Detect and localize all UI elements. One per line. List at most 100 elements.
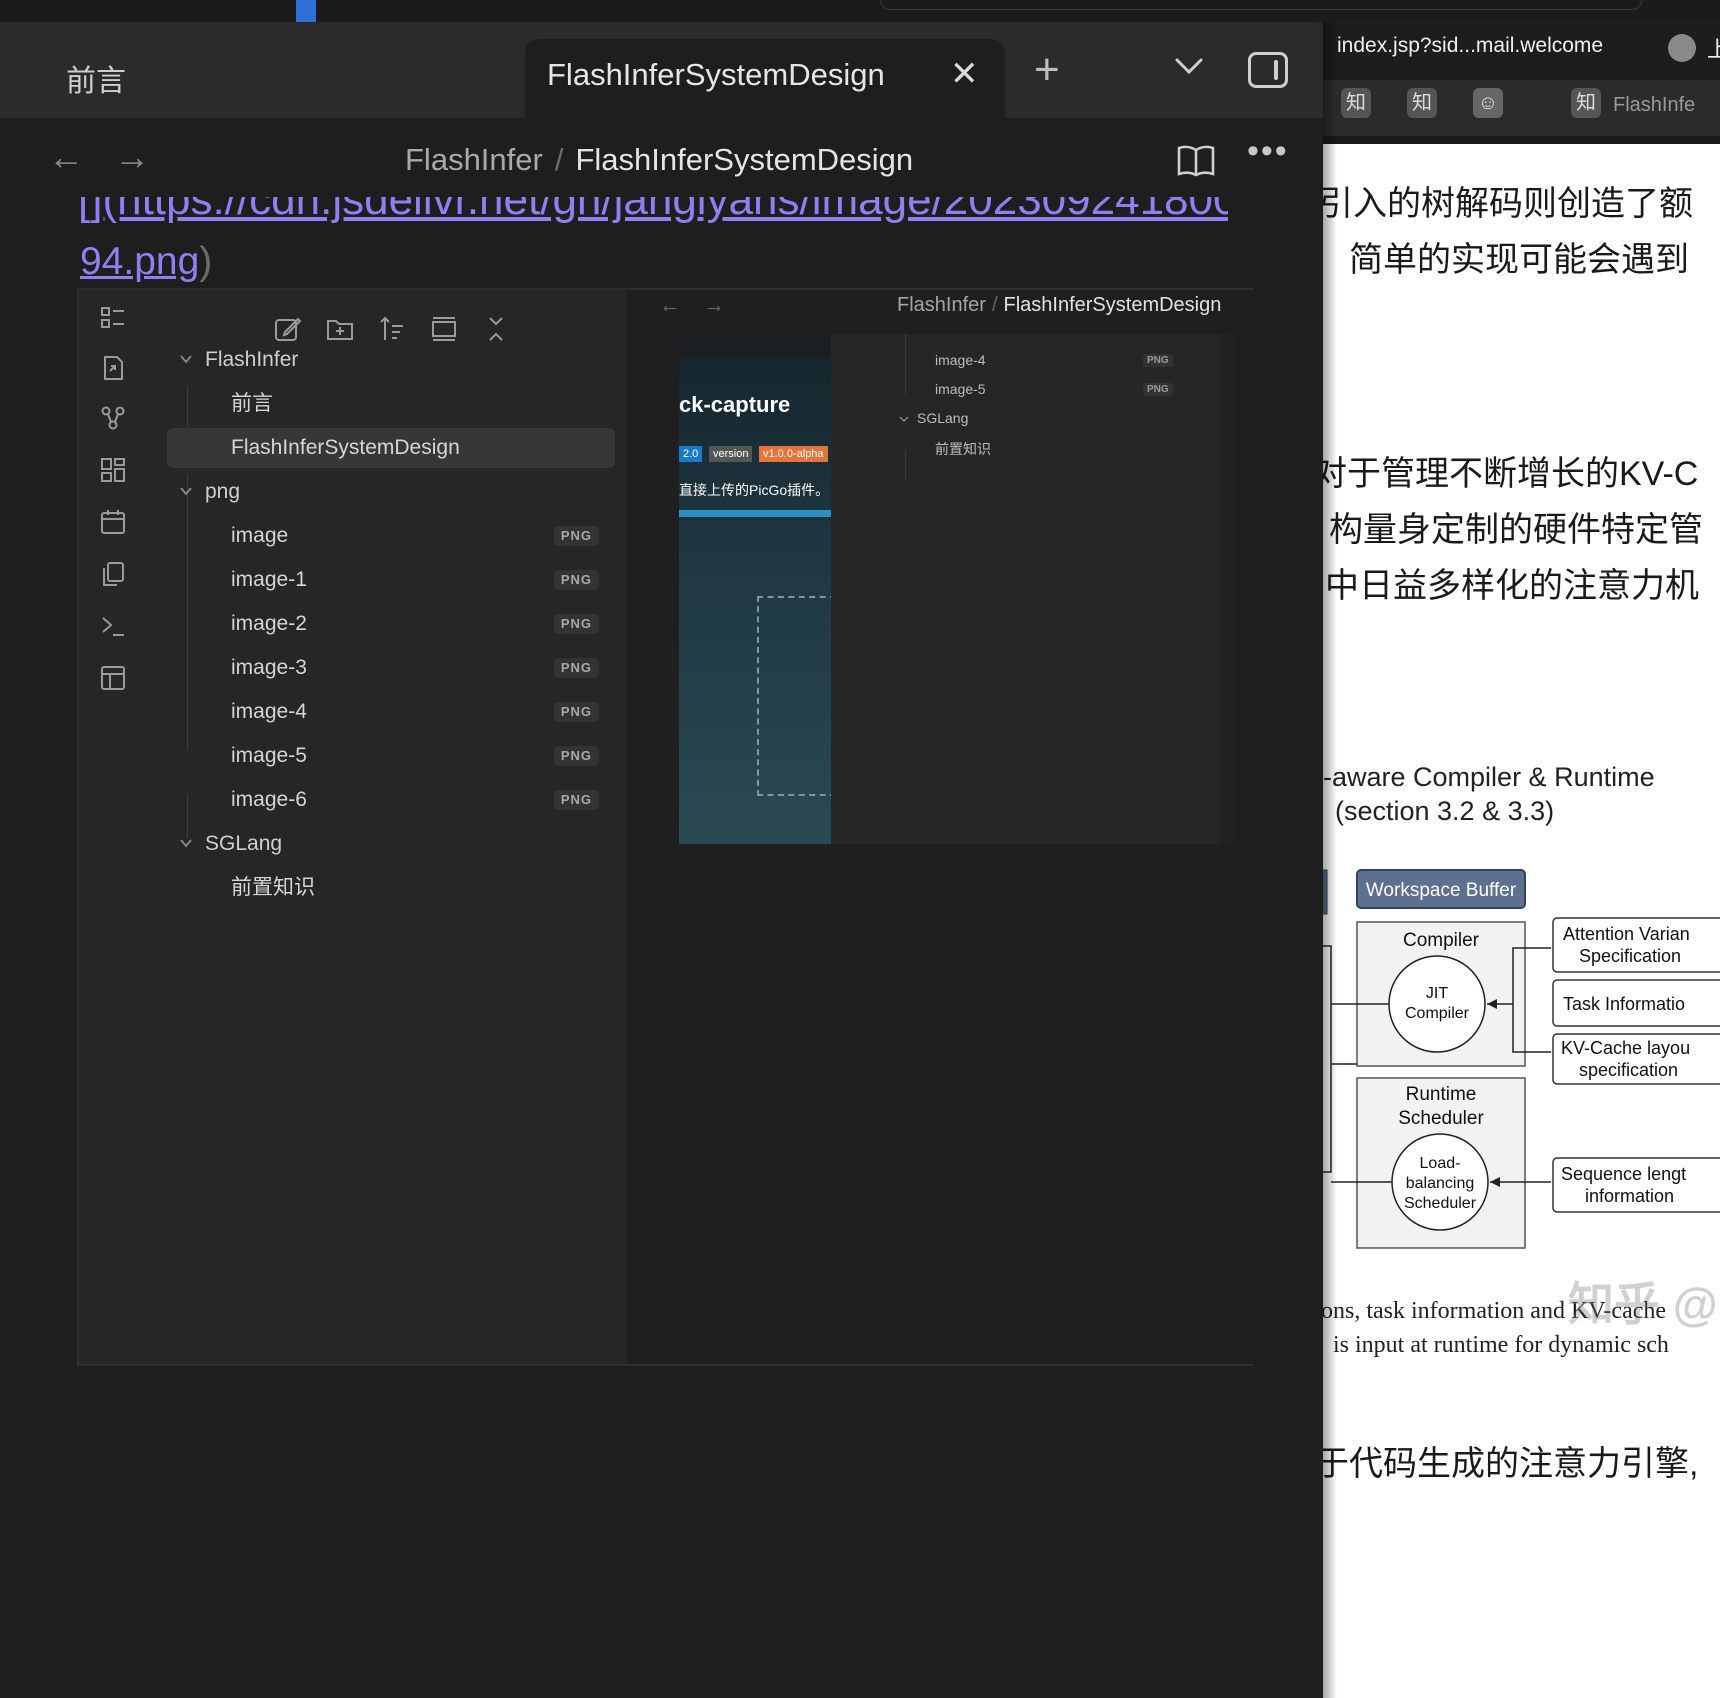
clipped-text-line (1323, 136, 1720, 144)
file-type-badge: PNG (1143, 354, 1173, 367)
tree-guide (905, 450, 906, 480)
scheduler-label: Scheduler (1398, 1108, 1484, 1129)
file-type-badge: PNG (553, 658, 599, 678)
tree-file-image-5[interactable]: image-5 PNG (171, 736, 599, 776)
plugin-image-topbar (679, 334, 831, 358)
figure-heading: -aware Compiler & Runtime (1323, 762, 1655, 792)
breadcrumb-separator: / (991, 294, 998, 316)
ribbon (79, 290, 148, 1364)
tree-label: image (231, 524, 289, 547)
compiler-label: Compiler (1403, 930, 1480, 951)
browser-tab-bar: index.jsp?sid...mail.welcome 上 (1323, 22, 1720, 80)
article-content: 引入的树解码则创造了额 简单的实现可能会遇到 对于管理不断增长的KV-C 构量身… (1323, 136, 1720, 1698)
template-icon (101, 666, 125, 690)
plugin-description: 直接上传的PicGo插件。 (679, 482, 830, 498)
architecture-diagram: Workspace Buffer Compiler JIT Compiler R… (1323, 869, 1720, 1249)
tree-label: image-6 (231, 788, 307, 811)
article-line: 对于管理不断增长的KV-C (1323, 455, 1699, 493)
toggle-sidebar-icon[interactable] (1248, 52, 1288, 88)
plugin-badge: v1.0.0-alpha (759, 446, 828, 462)
new-tab-icon[interactable]: + (1034, 48, 1060, 92)
browser-window: index.jsp?sid...mail.welcome 上 知 知 ☺ 知 F… (1323, 22, 1720, 1698)
terminal-icon (102, 617, 124, 636)
attention-variant-label: Attention Varian (1563, 924, 1690, 944)
image-link-fragment[interactable]: [](https://cdn.jsdelivr.net/gh/jangiyans… (78, 197, 1228, 225)
tree-label: image-4 (231, 700, 307, 723)
nested-tree-label: image-4 (935, 352, 986, 368)
zhihu-tab-icon[interactable]: 知 (1571, 88, 1601, 118)
image-link-tail[interactable]: 94.png (80, 240, 199, 283)
tab-preface[interactable]: 前言 (66, 56, 126, 100)
browser-tab-label[interactable]: FlashInfe (1613, 94, 1695, 117)
plugin-divider (679, 510, 831, 517)
tree-label: image-5 (231, 744, 307, 767)
breadcrumb-current: FlashInferSystemDesign (1003, 294, 1222, 316)
tree-label: FlashInfer (205, 348, 299, 371)
nested-tree-label: 前置知识 (935, 441, 991, 457)
graph-view-icon (101, 406, 125, 430)
window-shadow (1323, 22, 1337, 1698)
tab-flashinfer-system-design[interactable]: FlashInferSystemDesign ✕ (525, 39, 1005, 118)
close-tab-icon[interactable]: ✕ (950, 57, 979, 91)
tree-file-image-4[interactable]: image-4 PNG (171, 692, 599, 732)
chevron-down-icon (899, 416, 909, 422)
tree-file-flashinfersystemdesign[interactable]: FlashInferSystemDesign (167, 428, 615, 468)
tree-folder-sglang[interactable]: SGLang (171, 824, 611, 864)
runtime-label: Runtime (1406, 1084, 1477, 1105)
jit-label: JIT (1426, 985, 1448, 1002)
tree-file-image[interactable]: image PNG (171, 516, 599, 556)
tree-file-image-3[interactable]: image-3 PNG (171, 648, 599, 688)
forward-arrow-icon[interactable]: → (114, 136, 150, 178)
file-type-badge: PNG (553, 526, 599, 546)
tree-file-image-6[interactable]: image-6 PNG (171, 780, 599, 820)
back-arrow-icon[interactable]: ← (48, 136, 84, 178)
file-type-badge: PNG (553, 570, 599, 590)
browser-tab-extra[interactable]: 上 (1707, 32, 1720, 64)
file-explorer: FlashInfer 前言 FlashInferSystemDesign png… (147, 290, 629, 1364)
tree-file-image-2[interactable]: image-2 PNG (171, 604, 599, 644)
sequence-length-label: Sequence lengt (1561, 1164, 1686, 1184)
tree-label: image-3 (231, 656, 307, 679)
zhihu-tab-icon[interactable]: 知 (1407, 88, 1437, 118)
face-tab-icon[interactable]: ☺ (1473, 88, 1503, 118)
article-line: 引入的树解码则创造了额 (1323, 185, 1693, 223)
tree-guide (905, 334, 906, 394)
zhihu-tab-icon[interactable]: 知 (1341, 88, 1371, 118)
breadcrumb-current[interactable]: FlashInferSystemDesign (575, 142, 913, 177)
tree-label: FlashInferSystemDesign (231, 436, 460, 459)
calendar-icon (101, 510, 125, 534)
breadcrumb: FlashInfer / FlashInferSystemDesign (405, 142, 913, 178)
tree-file-prerequisites[interactable]: 前置知识 (171, 868, 611, 908)
image-link-paren: ) (199, 240, 213, 283)
plugin-title: ck-capture (679, 392, 791, 417)
nested-tree-label: SGLang (917, 410, 969, 426)
chevron-down-icon (180, 839, 192, 848)
browser-tab-title[interactable]: index.jsp?sid...mail.welcome (1337, 34, 1603, 58)
breadcrumb-parent: FlashInfer (897, 294, 986, 316)
file-type-badge: PNG (553, 702, 599, 722)
more-options-icon[interactable]: ••• (1247, 132, 1289, 171)
chevron-down-icon (180, 487, 192, 496)
tree-file-image-1[interactable]: image-1 PNG (171, 560, 599, 600)
tab-title: FlashInferSystemDesign (547, 57, 885, 92)
tree-folder-flashinfer[interactable]: FlashInfer (171, 340, 611, 380)
breadcrumb-parent[interactable]: FlashInfer (405, 142, 543, 177)
site-favicon-icon (1668, 34, 1696, 62)
chevron-down-icon[interactable] (1174, 56, 1204, 76)
breadcrumb-separator: / (554, 142, 564, 177)
tree-label: png (205, 480, 241, 503)
article-line: 构量身定制的硬件特定管 (1329, 511, 1703, 549)
browser-pinned-tabs: 知 知 ☺ 知 FlashInfe (1323, 80, 1720, 136)
top-strip (0, 0, 1720, 22)
canvas-icon (101, 458, 125, 482)
zhihu-watermark: 知乎 @ (1568, 1278, 1718, 1330)
tree-folder-png[interactable]: png (171, 472, 611, 512)
embedded-breadcrumb: FlashInfer / FlashInferSystemDesign (897, 294, 1221, 317)
load-label: Load- (1420, 1155, 1461, 1172)
article-line: 简单的实现可能会遇到 (1349, 241, 1689, 279)
kv-cache-layout-label: KV-Cache layou (1561, 1038, 1690, 1058)
balancing-label: balancing (1406, 1175, 1475, 1192)
tree-file-preface[interactable]: 前言 (171, 384, 611, 424)
kv-cache-spec-label: specification (1579, 1060, 1678, 1080)
reading-view-icon[interactable] (1176, 144, 1216, 178)
